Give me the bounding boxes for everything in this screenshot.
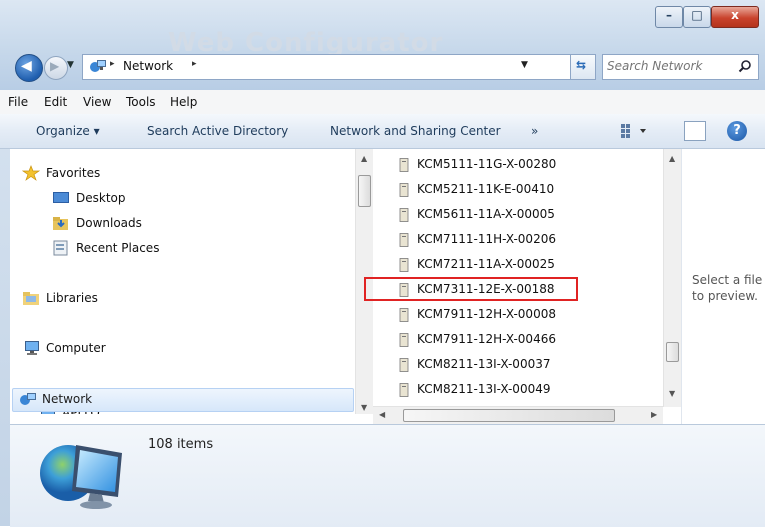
breadcrumb-separator[interactable]: ▸ [110, 59, 115, 69]
minimize-button[interactable]: – [655, 6, 683, 28]
file-name: KCM5111-11G-X-00280 [417, 157, 557, 171]
preview-message-line2: to preview. [692, 289, 758, 303]
downloads-folder-icon [53, 217, 68, 230]
menu-edit[interactable]: Edit [44, 95, 67, 109]
scroll-thumb[interactable] [666, 342, 679, 362]
network-device-icon [399, 383, 409, 397]
nav-label: Computer [46, 341, 106, 355]
nav-computer[interactable]: Computer [22, 338, 222, 360]
organize-button[interactable]: Organize ▾ [36, 124, 100, 138]
scroll-down-icon[interactable]: ▼ [361, 403, 367, 412]
network-device-icon [399, 333, 409, 347]
refresh-icon: ⇆ [576, 58, 587, 72]
nav-desktop[interactable]: Desktop [52, 188, 252, 210]
search-box[interactable] [602, 54, 759, 80]
file-name: KCM5611-11A-X-00005 [417, 207, 555, 221]
search-icon[interactable] [738, 59, 752, 73]
libraries-icon [23, 292, 39, 305]
forward-arrow-icon: ▶ [50, 59, 60, 73]
network-computer-icon [40, 445, 122, 509]
close-icon: x [731, 8, 739, 22]
file-name: KCM7211-11A-X-00025 [417, 257, 555, 271]
network-device-icon [399, 208, 409, 222]
scroll-up-icon[interactable]: ▲ [669, 154, 675, 163]
preview-message: Select a file to preview. [692, 272, 765, 304]
breadcrumb-separator[interactable]: ▸ [192, 59, 197, 69]
nav-recent-places[interactable]: Recent Places [52, 238, 252, 260]
network-device-icon [399, 258, 409, 272]
scroll-up-icon[interactable]: ▲ [361, 154, 367, 163]
nav-network[interactable]: Network [12, 388, 354, 412]
address-bar[interactable]: ▸ Network ▸ ▼ [82, 54, 571, 80]
navigation-pane: Favorites Desktop Downloads Recent Place… [10, 149, 355, 414]
menu-file[interactable]: File [8, 95, 28, 109]
network-sharing-center-button[interactable]: Network and Sharing Center [330, 124, 501, 138]
scroll-thumb[interactable] [358, 175, 371, 207]
file-name: KCM8211-13I-X-00037 [417, 357, 551, 371]
desktop-icon [53, 192, 69, 203]
menu-tools[interactable]: Tools [126, 95, 156, 109]
nav-label: Desktop [76, 191, 126, 205]
file-name: KCM8211-13I-X-00049 [417, 382, 551, 396]
file-name: KCM7111-11H-X-00206 [417, 232, 556, 246]
network-icon [20, 393, 36, 405]
search-active-directory-button[interactable]: Search Active Directory [147, 124, 288, 138]
minimize-icon: – [666, 8, 672, 22]
file-list-vertical-scrollbar[interactable]: ▲ ▼ [663, 149, 681, 407]
maximize-button[interactable]: □ [683, 6, 711, 28]
maximize-icon: □ [691, 8, 703, 22]
nav-label: Favorites [46, 166, 101, 180]
file-name: KCM5211-11K-E-00410 [417, 182, 555, 196]
close-button[interactable]: x [711, 6, 759, 28]
menu-help[interactable]: Help [170, 95, 197, 109]
network-device-icon [399, 158, 409, 172]
preview-pane: Select a file to preview. [681, 149, 765, 424]
forward-button[interactable]: ▶ [44, 56, 68, 80]
network-device-icon [399, 308, 409, 322]
nav-libraries[interactable]: Libraries [22, 288, 222, 310]
nav-label: Downloads [76, 216, 142, 230]
views-icon[interactable] [618, 122, 652, 140]
refresh-button[interactable]: ⇆ [570, 54, 596, 80]
network-device-icon [399, 233, 409, 247]
back-button[interactable]: ◀ [15, 54, 43, 82]
scroll-right-icon[interactable]: ▶ [651, 410, 657, 419]
file-name: KCM7911-12H-X-00466 [417, 332, 556, 346]
back-arrow-icon: ◀ [21, 58, 32, 74]
item-count: 108 items [148, 437, 214, 452]
file-name: KCM7911-12H-X-00008 [417, 307, 556, 321]
recent-places-icon [53, 240, 68, 256]
menu-bar: File Edit View Tools Help [0, 90, 765, 115]
scroll-down-icon[interactable]: ▼ [669, 389, 675, 398]
highlight-annotation [364, 277, 578, 301]
help-button[interactable]: ? [727, 121, 747, 141]
nav-label: Libraries [46, 291, 98, 305]
address-dropdown-icon[interactable]: ▼ [521, 60, 528, 70]
network-device-icon [399, 183, 409, 197]
nav-favorites[interactable]: Favorites [22, 163, 222, 185]
breadcrumb-network[interactable]: Network [123, 59, 173, 73]
more-commands-button[interactable]: » [531, 124, 538, 138]
file-list-horizontal-scrollbar[interactable]: ◀ ▶ [373, 406, 663, 424]
scroll-thumb[interactable] [403, 409, 615, 422]
window-frame-left [0, 149, 10, 526]
details-pane: 108 items [10, 424, 765, 527]
preview-message-line1: Select a file [692, 273, 763, 287]
preview-pane-button[interactable] [684, 121, 706, 141]
command-toolbar: Organize ▾ Search Active Directory Netwo… [0, 114, 765, 149]
scroll-left-icon[interactable]: ◀ [379, 410, 385, 419]
nav-label: Network [42, 392, 93, 406]
search-input[interactable] [607, 57, 732, 75]
network-icon [90, 60, 106, 72]
nav-downloads[interactable]: Downloads [52, 213, 252, 235]
computer-icon [25, 341, 39, 355]
title-bar: Web Configurator – □ x ◀ ▶ ▼ ▸ Network ▸… [0, 0, 765, 91]
star-icon [22, 165, 40, 181]
recent-pages-dropdown-icon[interactable]: ▼ [67, 60, 74, 70]
menu-view[interactable]: View [83, 95, 111, 109]
nav-label: Recent Places [76, 241, 160, 255]
network-device-icon [399, 358, 409, 372]
